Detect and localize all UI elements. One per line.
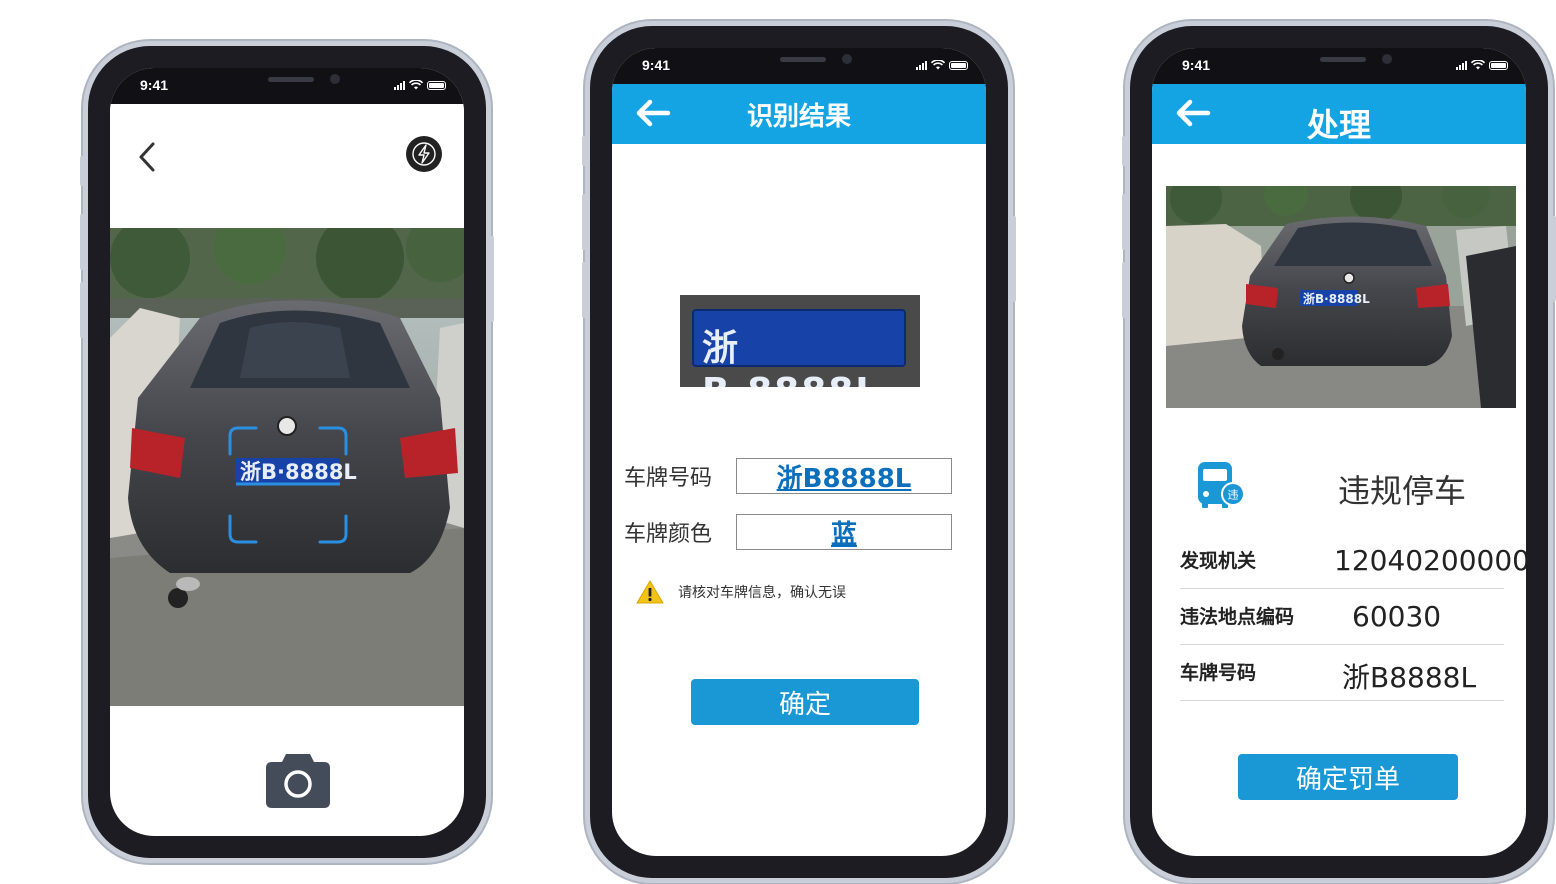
battery-icon	[1489, 60, 1508, 70]
notch	[714, 48, 884, 76]
status-time: 9:41	[642, 57, 671, 73]
info-value: 浙B8888L	[1342, 661, 1477, 694]
scan-toolbar	[110, 104, 464, 228]
info-value: 60030	[1352, 600, 1442, 633]
warning-icon	[636, 580, 664, 604]
info-value: 12040200000	[1334, 544, 1526, 577]
scan-frame	[228, 426, 348, 544]
violation-row: 违 违规停车	[1196, 460, 1516, 520]
confirm-button[interactable]: 确定	[691, 679, 919, 725]
scan-screen: 9:41 浙B·8888L	[110, 68, 464, 836]
info-row: 违法地点编码 60030	[1180, 594, 1504, 645]
plate-image: 浙B·8888L	[680, 295, 920, 387]
status-icons	[1456, 58, 1508, 72]
confirm-ticket-button[interactable]: 确定罚单	[1238, 754, 1458, 800]
plate-number-value: 浙B8888L	[776, 463, 912, 494]
info-row: 发现机关 12040200000	[1180, 538, 1526, 589]
violation-type: 违规停车	[1338, 472, 1467, 510]
phone-scan: 9:41 浙B·8888L	[80, 46, 494, 858]
bus-violation-icon: 违	[1198, 462, 1245, 508]
plate-image-text: 浙B·8888L	[702, 328, 878, 387]
status-icons	[916, 58, 968, 72]
result-screen: 9:41 识别结果 浙B·8888L 车牌号码 浙B8888L 车牌颜色 蓝 请…	[612, 48, 986, 856]
info-label: 车牌号码	[1180, 662, 1257, 684]
phone-process: 9:41 处理 浙B·8888L 违 违规停车 发现机关 12040200000…	[1122, 26, 1556, 878]
wifi-icon	[409, 80, 423, 90]
plate-number-field[interactable]: 浙B8888L	[736, 458, 952, 494]
status-bar: 9:41	[1152, 48, 1526, 84]
camera-icon[interactable]	[266, 750, 330, 808]
car-photo: 浙B·8888L	[1166, 186, 1516, 408]
status-time: 9:41	[1182, 57, 1211, 73]
signal-icon	[916, 60, 927, 70]
plate-color-value: 蓝	[830, 519, 857, 550]
status-icons	[394, 78, 446, 92]
page-title: 处理	[1306, 106, 1371, 144]
info-row: 车牌号码 浙B8888L	[1180, 650, 1504, 701]
plate-number-row: 车牌号码 浙B8888L	[624, 458, 952, 494]
warning-message: 请核对车牌信息，确认无误	[636, 580, 846, 604]
chevron-left-icon[interactable]	[134, 140, 164, 174]
signal-icon	[394, 80, 405, 90]
notch	[202, 68, 372, 96]
result-navbar: 识别结果	[612, 84, 986, 144]
signal-icon	[1456, 60, 1467, 70]
warning-text: 请核对车牌信息，确认无误	[678, 585, 846, 601]
info-label: 违法地点编码	[1180, 606, 1295, 628]
info-label: 发现机关	[1180, 550, 1257, 572]
status-bar: 9:41	[612, 48, 986, 84]
process-navbar: 处理	[1152, 84, 1526, 144]
plate-color-row: 车牌颜色 蓝	[624, 514, 952, 550]
battery-icon	[949, 60, 968, 70]
plate-color-label: 车牌颜色	[624, 522, 713, 547]
violation-badge-text: 违	[1228, 489, 1239, 502]
evidence-photo: 浙B·8888L	[1166, 186, 1516, 408]
evidence-plate-text: 浙B·8888L	[1303, 291, 1370, 306]
flash-button[interactable]	[406, 136, 442, 172]
status-bar: 9:41	[110, 68, 464, 104]
plate-color-field[interactable]: 蓝	[736, 514, 952, 550]
phone-result: 9:41 识别结果 浙B·8888L 车牌号码 浙B8888L 车牌颜色 蓝 请…	[582, 26, 1016, 878]
wifi-icon	[1471, 60, 1485, 70]
battery-icon	[427, 80, 446, 90]
camera-preview: 浙B·8888L	[110, 228, 464, 706]
plate-number-label: 车牌号码	[624, 466, 713, 491]
process-screen: 9:41 处理 浙B·8888L 违 违规停车 发现机关 12040200000…	[1152, 48, 1526, 856]
status-time: 9:41	[140, 77, 169, 93]
flash-icon	[412, 142, 436, 166]
notch	[1254, 48, 1424, 76]
wifi-icon	[931, 60, 945, 70]
page-title: 识别结果	[746, 102, 851, 132]
